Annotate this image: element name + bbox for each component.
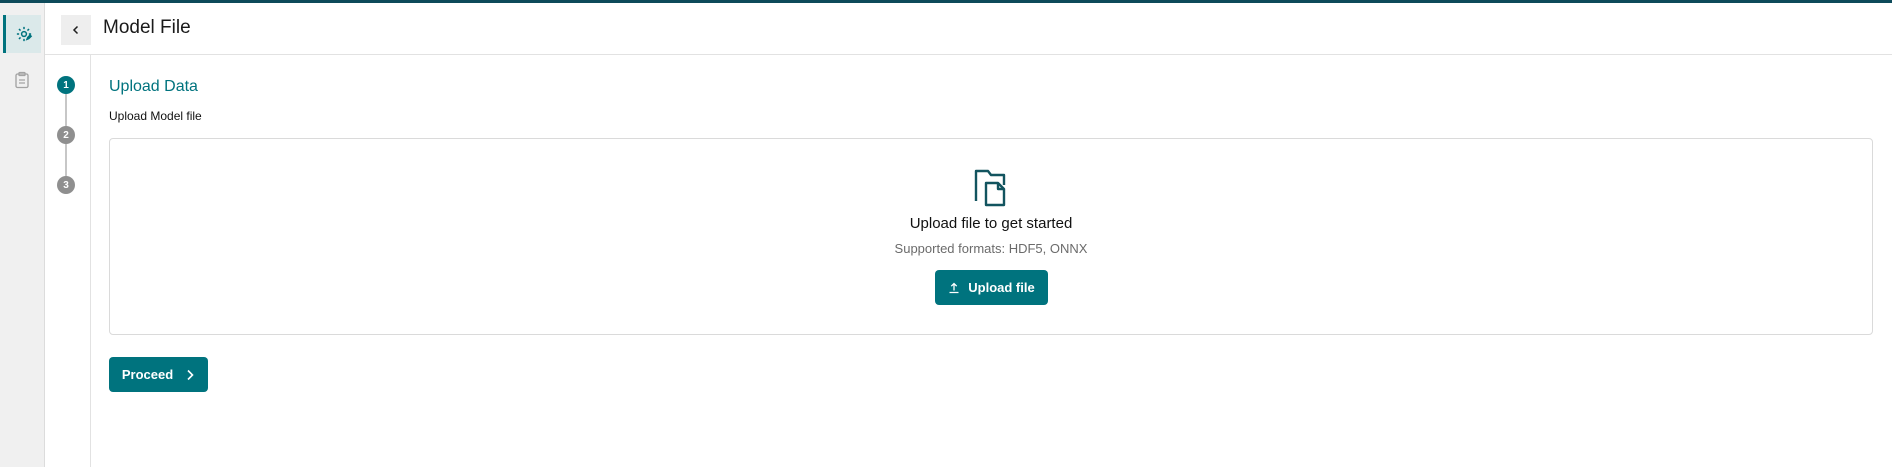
step-connector [65, 94, 67, 126]
step-2-indicator[interactable]: 2 [57, 126, 75, 144]
step-connector [65, 144, 67, 176]
dropzone-title: Upload file to get started [909, 215, 1073, 232]
page-header: Model File [45, 3, 1892, 55]
upload-file-label: Upload file [968, 280, 1035, 295]
section-title: Upload Data [109, 78, 198, 95]
model-gear-icon [16, 26, 32, 42]
chevron-right-icon [187, 369, 194, 380]
step-1-indicator[interactable]: 1 [57, 76, 75, 94]
sidebar-item-reports[interactable] [3, 61, 41, 99]
clipboard-icon [15, 71, 29, 89]
upload-field-label: Upload Model file [109, 109, 202, 123]
page-title: Model File [103, 17, 191, 38]
back-button[interactable] [61, 15, 91, 45]
left-sidebar [0, 3, 45, 467]
file-folder-icon [974, 169, 1006, 207]
supported-formats-text: Supported formats: HDF5, ONNX [894, 241, 1088, 256]
vertical-stepper: 1 2 3 [46, 55, 91, 467]
proceed-button[interactable]: Proceed [109, 357, 208, 392]
file-dropzone[interactable]: Upload file to get started Supported for… [109, 138, 1873, 335]
chevron-left-icon [72, 25, 79, 35]
proceed-label: Proceed [121, 367, 174, 382]
step-3-indicator[interactable]: 3 [57, 176, 75, 194]
upload-file-button[interactable]: Upload file [935, 270, 1048, 305]
upload-icon [949, 282, 959, 293]
sidebar-item-model[interactable] [3, 15, 41, 53]
